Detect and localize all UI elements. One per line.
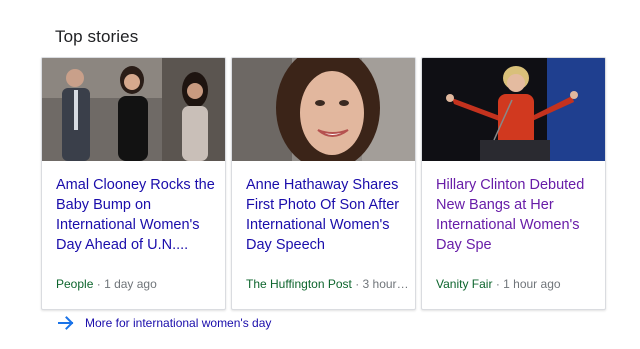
story-thumbnail[interactable]: [232, 58, 415, 161]
story-source: The Huffington Post: [246, 277, 352, 291]
story-meta: The Huffington Post · 3 hours a...: [246, 277, 412, 291]
story-card[interactable]: Anne Hathaway Shares First Photo Of Son …: [231, 57, 416, 310]
story-headline[interactable]: Anne Hathaway Shares First Photo Of Son …: [246, 175, 408, 255]
photo-smiling-woman-portrait: [232, 58, 415, 161]
section-title: Top stories: [55, 27, 139, 46]
top-stories-page: Top stories Amal Clooney Rocks the Baby …: [0, 0, 640, 349]
more-stories-label: More for international women's day: [85, 316, 272, 330]
story-card[interactable]: Hillary Clinton Debuted New Bangs at Her…: [421, 57, 606, 310]
story-time: 3 hours a...: [362, 277, 412, 291]
meta-separator: ·: [96, 277, 105, 291]
story-meta: Vanity Fair · 1 hour ago: [436, 277, 602, 291]
story-meta: People · 1 day ago: [56, 277, 222, 291]
story-source: Vanity Fair: [436, 277, 493, 291]
photo-woman-speaking-at-podium: [422, 58, 605, 161]
story-headline[interactable]: Amal Clooney Rocks the Baby Bump on Inte…: [56, 175, 218, 255]
story-thumbnail[interactable]: [42, 58, 225, 161]
meta-separator: ·: [355, 277, 363, 291]
story-time: 1 day ago: [104, 277, 157, 291]
story-source: People: [56, 277, 94, 291]
arrow-right-icon: [57, 314, 75, 332]
story-headline[interactable]: Hillary Clinton Debuted New Bangs at Her…: [436, 175, 598, 255]
story-thumbnail[interactable]: [422, 58, 605, 161]
more-stories-link[interactable]: More for international women's day: [57, 314, 271, 332]
story-carousel: Amal Clooney Rocks the Baby Bump on Inte…: [41, 57, 611, 310]
story-card[interactable]: Amal Clooney Rocks the Baby Bump on Inte…: [41, 57, 226, 310]
photo-three-people-walking: [42, 58, 225, 161]
story-time: 1 hour ago: [503, 277, 561, 291]
